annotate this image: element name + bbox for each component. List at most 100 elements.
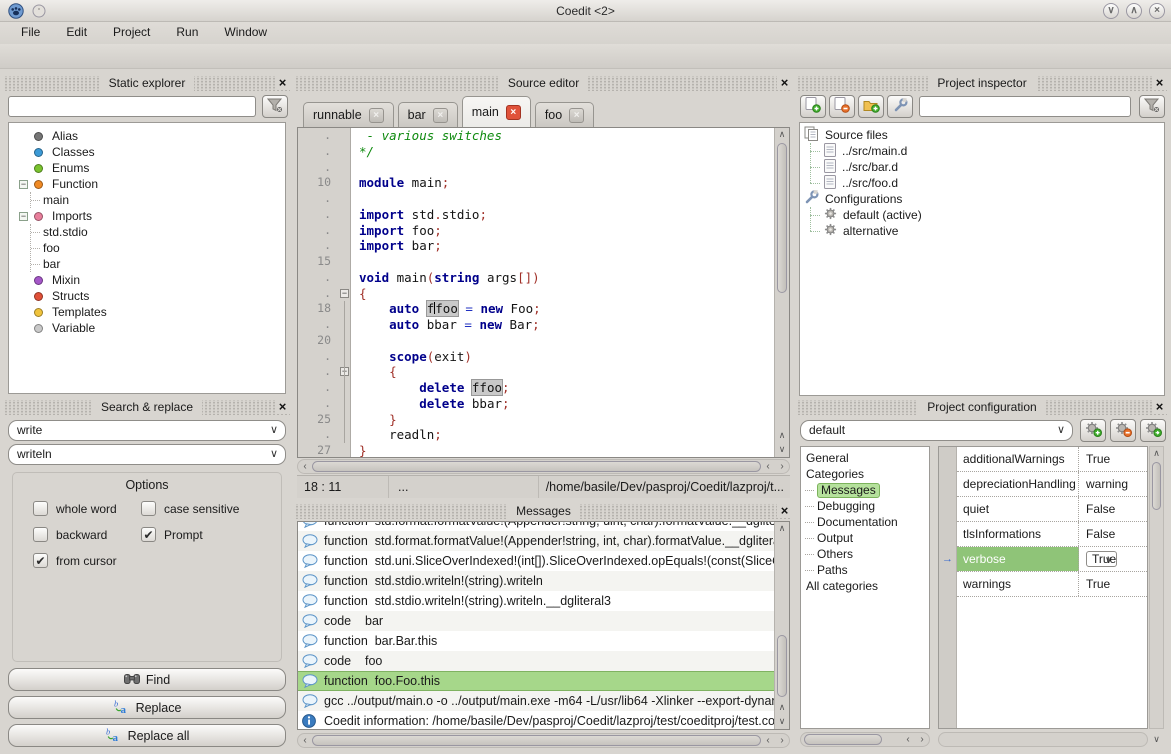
messages-hscrollbar[interactable]: ‹ ‹ › [297, 733, 790, 748]
tab-main[interactable]: main× [462, 96, 531, 127]
scroll-left-icon[interactable]: ‹ [901, 734, 915, 745]
scroll-thumb[interactable] [312, 461, 761, 472]
scroll-right-icon[interactable]: › [915, 734, 929, 745]
explorer-item-templates[interactable]: Templates [9, 304, 285, 320]
configuration-combobox[interactable]: default ∨ [800, 420, 1073, 441]
inspector-item-src-foo-d[interactable]: ../src/foo.d [800, 175, 1164, 191]
explorer-filter-input[interactable] [8, 96, 256, 117]
filter-button[interactable] [262, 95, 288, 118]
tab-close-icon[interactable]: × [433, 108, 448, 123]
property-row-warnings[interactable]: warningsTrue [957, 572, 1147, 597]
fold-collapse-icon[interactable]: − [340, 367, 349, 376]
scroll-left-icon[interactable]: ‹ [298, 735, 312, 746]
checkbox-case-sensitive[interactable]: case sensitive [141, 501, 239, 516]
inspector-item-src-bar-d[interactable]: ../src/bar.d [800, 159, 1164, 175]
inspector-item-src-main-d[interactable]: ../src/main.d [800, 143, 1164, 159]
category-categories[interactable]: Categories [801, 466, 929, 482]
panel-header[interactable]: Project configuration × [797, 400, 1167, 415]
checkbox-box[interactable] [33, 501, 48, 516]
window-menu-icon[interactable] [32, 4, 46, 18]
close-icon[interactable]: × [777, 75, 792, 90]
close-icon[interactable]: × [275, 399, 290, 414]
menu-item-window[interactable]: Window [211, 22, 280, 44]
panel-header[interactable]: Search & replace × [4, 400, 290, 415]
scroll-thumb[interactable] [777, 635, 787, 697]
close-icon[interactable]: × [777, 503, 792, 518]
explorer-item-bar[interactable]: bar [31, 256, 285, 272]
scroll-up-icon[interactable]: ∧ [775, 128, 789, 142]
tab-close-icon[interactable]: × [569, 108, 584, 123]
tab-close-icon[interactable]: × [369, 108, 384, 123]
messages-vscrollbar[interactable]: ∧ ∧ ∨ [774, 522, 789, 729]
checkbox-box[interactable]: ✔ [141, 527, 156, 542]
explorer-item-enums[interactable]: Enums [9, 160, 285, 176]
message-row[interactable]: function std.format.formatValue!(Appende… [298, 531, 774, 551]
editor-hscrollbar[interactable]: ‹ ‹ › [297, 459, 790, 474]
tab-close-icon[interactable]: × [506, 105, 521, 120]
code-editor[interactable]: . - various switches.*/.10module main;..… [297, 127, 790, 458]
fold-collapse-icon[interactable]: − [340, 289, 349, 298]
find-button[interactable]: Find [8, 668, 286, 691]
message-row[interactable]: function std.stdio.writeln!(string).writ… [298, 591, 774, 611]
collapse-expander-icon[interactable]: − [19, 180, 28, 189]
message-row[interactable]: function foo.Foo.this [298, 671, 774, 691]
replace-button[interactable]: ba Replace [8, 696, 286, 719]
filter-button[interactable] [1139, 95, 1165, 118]
collapse-expander-icon[interactable]: − [19, 212, 28, 221]
inspector-item-default-active[interactable]: default (active) [800, 207, 1164, 223]
checkbox-box[interactable] [33, 527, 48, 542]
replace-all-button[interactable]: ba Replace all [8, 724, 286, 747]
explorer-item-std-stdio[interactable]: std.stdio [31, 224, 285, 240]
explorer-item-structs[interactable]: Structs [9, 288, 285, 304]
category-messages[interactable]: Messages [801, 482, 929, 498]
sync-configuration-button[interactable] [1140, 419, 1166, 442]
grid-vscrollbar[interactable]: ∧ [1149, 446, 1164, 729]
scroll-right-icon[interactable]: › [775, 461, 789, 472]
project-tools-button[interactable] [887, 95, 913, 118]
message-row[interactable]: function std.stdio.writeln!(string).writ… [298, 571, 774, 591]
tab-bar[interactable]: bar× [398, 102, 458, 127]
property-row-tlsinformations[interactable]: tlsInformationsFalse [957, 522, 1147, 547]
checkbox-from-cursor[interactable]: ✔from cursor [33, 553, 117, 568]
scroll-down-icon[interactable]: ∨ [775, 715, 789, 729]
remove-source-button[interactable] [829, 95, 855, 118]
property-value-combobox[interactable]: True∨ [1086, 551, 1117, 567]
category-all-categories[interactable]: All categories [801, 578, 929, 594]
add-configuration-button[interactable] [1080, 419, 1106, 442]
explorer-item-classes[interactable]: Classes [9, 144, 285, 160]
message-row[interactable]: code bar [298, 611, 774, 631]
scroll-left-icon[interactable]: ‹ [761, 461, 775, 472]
close-icon[interactable]: × [1152, 399, 1167, 414]
panel-header[interactable]: Static explorer × [4, 76, 290, 91]
menu-item-project[interactable]: Project [100, 22, 163, 44]
explorer-item-alias[interactable]: Alias [9, 128, 285, 144]
replace-term-combobox[interactable]: writeln ∨ [8, 444, 286, 465]
message-row[interactable]: gcc ../output/main.o -o ../output/main.e… [298, 691, 774, 711]
tab-foo[interactable]: foo× [535, 102, 594, 127]
inspector-filter-input[interactable] [919, 96, 1131, 117]
category-general[interactable]: General [801, 450, 929, 466]
explorer-item-foo[interactable]: foo [31, 240, 285, 256]
panel-header[interactable]: Project inspector × [797, 76, 1167, 91]
close-icon[interactable]: × [1152, 75, 1167, 90]
add-folder-button[interactable] [858, 95, 884, 118]
scroll-thumb[interactable] [804, 734, 882, 745]
panel-header[interactable]: Source editor × [295, 76, 792, 91]
category-debugging[interactable]: Debugging [801, 498, 929, 514]
explorer-item-mixin[interactable]: Mixin [9, 272, 285, 288]
scroll-thumb[interactable] [312, 735, 761, 746]
checkbox-box[interactable] [141, 501, 156, 516]
inspector-item-alternative[interactable]: alternative [800, 223, 1164, 239]
property-row-depreciationhandling[interactable]: depreciationHandlingwarning [957, 472, 1147, 497]
category-hscrollbar[interactable]: ‹ › [800, 732, 930, 747]
scroll-up-icon[interactable]: ∧ [1150, 447, 1163, 461]
menu-item-file[interactable]: File [8, 22, 53, 44]
message-row[interactable]: function std.uni.SliceOverIndexed!(int[]… [298, 551, 774, 571]
message-row[interactable]: function std.format.formatValue!(Appende… [298, 522, 774, 531]
property-row-quiet[interactable]: quietFalse [957, 497, 1147, 522]
category-documentation[interactable]: Documentation [801, 514, 929, 530]
add-source-button[interactable] [800, 95, 826, 118]
message-row[interactable]: function bar.Bar.this [298, 631, 774, 651]
grid-hscrollbar[interactable] [938, 732, 1148, 747]
checkbox-whole-word[interactable]: whole word [33, 501, 117, 516]
